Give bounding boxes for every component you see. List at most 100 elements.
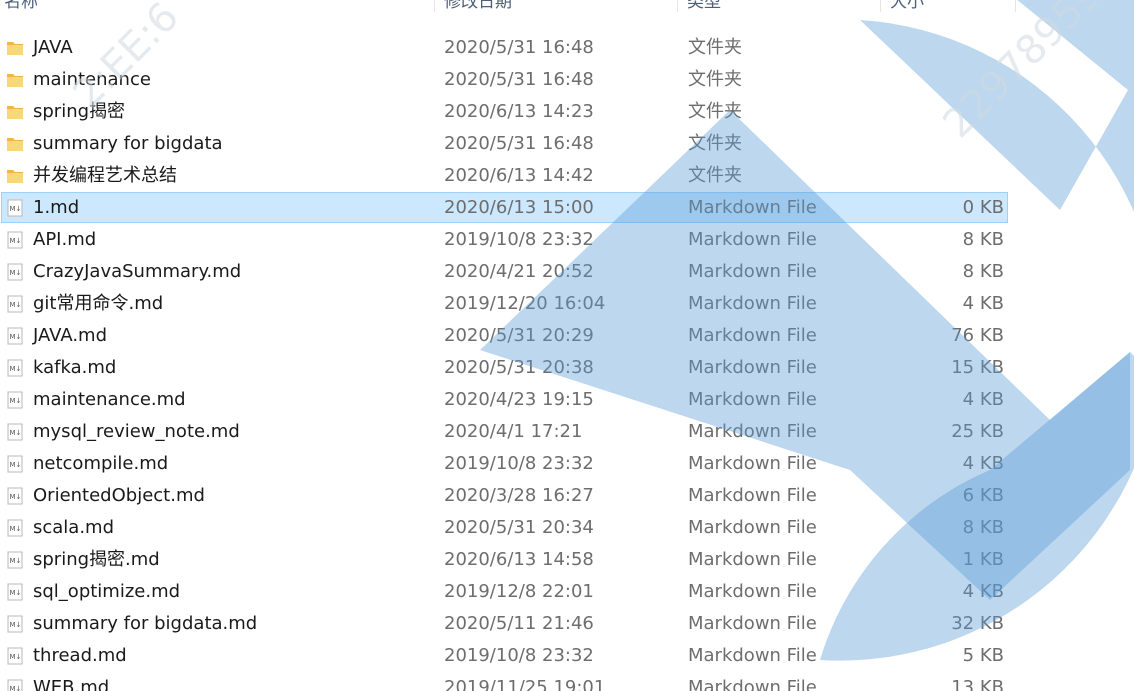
markdown-file-icon: M↓ [6, 231, 24, 249]
column-divider[interactable] [434, 0, 435, 12]
file-size: 15 KB [951, 357, 1004, 378]
file-type: Markdown File [688, 261, 817, 282]
file-name: 并发编程艺术总结 [33, 165, 177, 186]
file-size: 8 KB [962, 229, 1004, 250]
file-type: Markdown File [688, 485, 817, 506]
markdown-file-icon: M↓ [6, 487, 24, 505]
file-type: Markdown File [688, 421, 817, 442]
file-size: 1 KB [962, 549, 1004, 570]
file-size: 6 KB [962, 485, 1004, 506]
file-row[interactable]: M↓ thread.md 2019/10/8 23:32 Markdown File 5… [0, 640, 1134, 672]
column-divider[interactable] [880, 0, 881, 12]
markdown-file-icon: M↓ [6, 327, 24, 345]
file-date: 2020/6/13 14:58 [444, 549, 594, 570]
file-size: 8 KB [962, 261, 1004, 282]
folder-icon [6, 135, 24, 153]
markdown-file-icon: M↓ [6, 455, 24, 473]
file-row[interactable]: M↓ WEB.md 2019/11/25 19:01 Markdown File 13 … [0, 672, 1134, 691]
file-name: 1.md [33, 197, 80, 218]
file-row[interactable]: spring揭密 2020/6/13 14:23 文件夹 [0, 96, 1134, 128]
markdown-file-icon: M↓ [6, 295, 24, 313]
svg-text:M↓: M↓ [10, 205, 22, 213]
file-name: netcompile.md [33, 453, 169, 474]
file-name: sql_optimize.md [33, 581, 181, 602]
file-type: Markdown File [688, 293, 817, 314]
file-name: spring揭密.md [33, 549, 160, 570]
file-size: 4 KB [962, 581, 1004, 602]
column-divider[interactable] [1015, 0, 1016, 12]
file-name: maintenance.md [33, 389, 186, 410]
svg-text:M↓: M↓ [10, 269, 22, 277]
file-row[interactable]: maintenance 2020/5/31 16:48 文件夹 [0, 64, 1134, 96]
file-row[interactable]: 并发编程艺术总结 2020/6/13 14:42 文件夹 [0, 160, 1134, 192]
file-name: thread.md [33, 645, 127, 666]
file-size: 32 KB [951, 613, 1004, 634]
file-row[interactable]: M↓ git常用命令.md 2019/12/20 16:04 Markdown Fil… [0, 288, 1134, 320]
file-date: 2019/10/8 23:32 [444, 453, 594, 474]
file-row[interactable]: M↓ JAVA.md 2020/5/31 20:29 Markdown File 76 … [0, 320, 1134, 352]
column-header-date[interactable]: 修改日期 [440, 0, 676, 16]
markdown-file-icon: M↓ [6, 263, 24, 281]
file-row[interactable]: M↓ scala.md 2020/5/31 20:34 Markdown File 8 … [0, 512, 1134, 544]
column-header-bar: 名称 修改日期 类型 大小 [0, 0, 1134, 16]
markdown-file-icon: M↓ [6, 615, 24, 633]
file-row[interactable]: M↓ API.md 2019/10/8 23:32 Markdown File 8 KB [0, 224, 1134, 256]
file-size: 4 KB [962, 293, 1004, 314]
file-date: 2020/5/31 16:48 [444, 133, 594, 154]
file-name: CrazyJavaSummary.md [33, 261, 242, 282]
file-name: summary for bigdata [33, 133, 223, 154]
file-row[interactable]: M↓ 1.md 2020/6/13 15:00 Markdown File 0 KB [0, 192, 1134, 224]
file-type: Markdown File [688, 197, 817, 218]
markdown-file-icon: M↓ [6, 391, 24, 409]
file-type: 文件夹 [688, 133, 742, 154]
file-name: mysql_review_note.md [33, 421, 240, 442]
file-type: Markdown File [688, 645, 817, 666]
file-name: maintenance [33, 69, 151, 90]
markdown-file-icon: M↓ [6, 647, 24, 665]
svg-text:M↓: M↓ [10, 365, 22, 373]
svg-text:M↓: M↓ [10, 333, 22, 341]
file-row[interactable]: JAVA 2020/5/31 16:48 文件夹 [0, 32, 1134, 64]
column-header-type[interactable]: 类型 [683, 0, 879, 16]
file-size: 4 KB [962, 389, 1004, 410]
file-size: 25 KB [951, 421, 1004, 442]
file-date: 2020/5/31 16:48 [444, 37, 594, 58]
file-date: 2020/5/11 21:46 [444, 613, 594, 634]
markdown-file-icon: M↓ [6, 551, 24, 569]
file-type: 文件夹 [688, 37, 742, 58]
file-row[interactable]: M↓ netcompile.md 2019/10/8 23:32 Markdown F… [0, 448, 1134, 480]
column-divider[interactable] [677, 0, 678, 12]
file-row[interactable]: M↓ mysql_review_note.md 2020/4/1 17:21 Mark… [0, 416, 1134, 448]
markdown-file-icon: M↓ [6, 679, 24, 691]
file-date: 2020/4/23 19:15 [444, 389, 594, 410]
file-date: 2020/6/13 14:42 [444, 165, 594, 186]
file-row[interactable]: M↓ CrazyJavaSummary.md 2020/4/21 20:52 Mark… [0, 256, 1134, 288]
file-size: 5 KB [962, 645, 1004, 666]
file-size: 13 KB [951, 677, 1004, 691]
file-name: API.md [33, 229, 97, 250]
file-row[interactable]: M↓ sql_optimize.md 2019/12/8 22:01 Markdown… [0, 576, 1134, 608]
file-explorer-view: 名称 修改日期 类型 大小 JAVA 2020/5/31 16:48 文件夹 main… [0, 0, 1134, 691]
file-name: summary for bigdata.md [33, 613, 258, 634]
file-type: Markdown File [688, 229, 817, 250]
file-type: Markdown File [688, 453, 817, 474]
file-date: 2020/6/13 14:23 [444, 101, 594, 122]
folder-icon [6, 167, 24, 185]
file-row[interactable]: M↓ kafka.md 2020/5/31 20:38 Markdown File 15… [0, 352, 1134, 384]
file-size: 8 KB [962, 517, 1004, 538]
file-name: scala.md [33, 517, 115, 538]
file-size: 76 KB [951, 325, 1004, 346]
file-row[interactable]: M↓ summary for bigdata.md 2020/5/11 21:46 M… [0, 608, 1134, 640]
file-row[interactable]: M↓ maintenance.md 2020/4/23 19:15 Markdown … [0, 384, 1134, 416]
file-date: 2020/5/31 20:34 [444, 517, 594, 538]
file-name: git常用命令.md [33, 293, 164, 314]
markdown-file-icon: M↓ [6, 583, 24, 601]
file-type: Markdown File [688, 581, 817, 602]
file-row[interactable]: summary for bigdata 2020/5/31 16:48 文件夹 [0, 128, 1134, 160]
column-header-name[interactable]: 名称 [0, 0, 434, 16]
column-header-size[interactable]: 大小 [886, 0, 1014, 16]
file-row[interactable]: M↓ OrientedObject.md 2020/3/28 16:27 Markdo… [0, 480, 1134, 512]
file-date: 2019/11/25 19:01 [444, 677, 606, 691]
file-row[interactable]: M↓ spring揭密.md 2020/6/13 14:58 Markdown Fil… [0, 544, 1134, 576]
file-date: 2019/10/8 23:32 [444, 229, 594, 250]
